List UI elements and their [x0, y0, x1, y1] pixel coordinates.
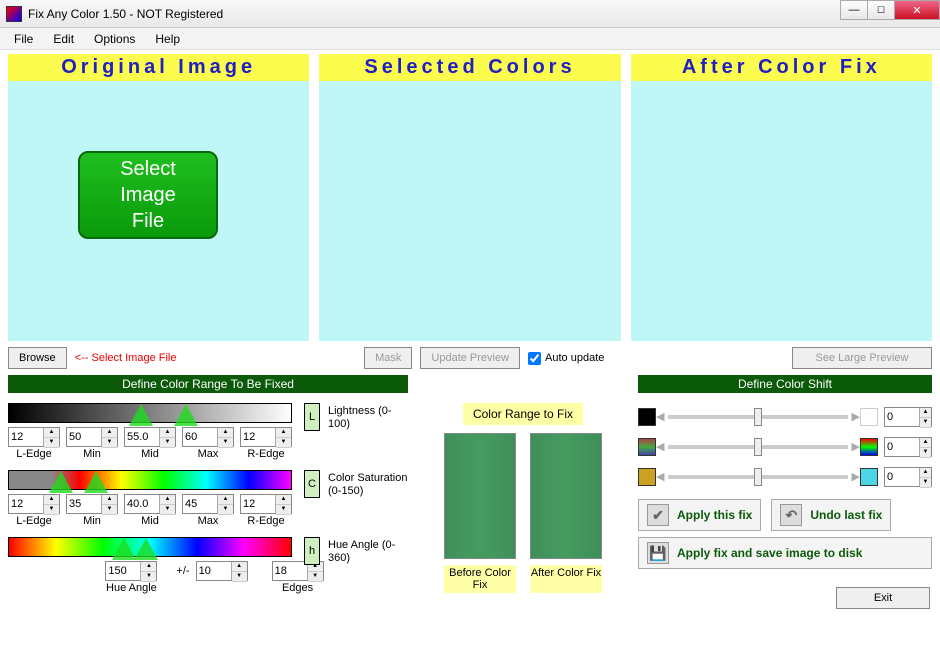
black-swatch-icon	[638, 408, 656, 426]
undo-icon: ↶	[780, 504, 802, 526]
see-large-preview-button[interactable]: See Large Preview	[792, 347, 932, 369]
minimize-button[interactable]: —	[840, 0, 868, 20]
titlebar: Fix Any Color 1.50 - NOT Registered — ☐ …	[0, 0, 940, 28]
panel-original: Original Image Select Image File	[8, 54, 309, 341]
lightness-label: Lightness (0-100)	[328, 405, 408, 431]
hue-chip: h	[304, 537, 320, 565]
undo-fix-button[interactable]: ↶ Undo last fix	[771, 499, 891, 531]
saturation-mid-spinner[interactable]: ▲▼	[124, 494, 176, 514]
lightness-max-spinner[interactable]: ▲▼	[182, 427, 234, 447]
saturation-max-spinner[interactable]: ▲▼	[182, 494, 234, 514]
saturation-redge-spinner[interactable]: ▲▼	[240, 494, 292, 514]
before-swatch	[444, 433, 516, 559]
auto-update-label: Auto update	[545, 352, 604, 364]
white-swatch-icon	[860, 408, 878, 426]
panel-after: After Color Fix	[631, 54, 932, 341]
lightness-chip: L	[304, 403, 320, 431]
shift-lightness-slider[interactable]: ◀▶	[668, 415, 848, 419]
menu-file[interactable]: File	[4, 30, 43, 48]
shift-lightness-row: ◀▶ ▲▼	[638, 407, 932, 427]
shift-lightness-spinner[interactable]: ▲▼	[884, 407, 932, 427]
saturation-label: Color Saturation (0-150)	[328, 472, 408, 498]
mask-button[interactable]: Mask	[364, 347, 412, 369]
shift-hue-spinner[interactable]: ▲▼	[884, 467, 932, 487]
menu-help[interactable]: Help	[145, 30, 190, 48]
browse-button[interactable]: Browse	[8, 347, 67, 369]
lightness-min-spinner[interactable]: ▲▼	[66, 427, 118, 447]
auto-update-input[interactable]	[528, 352, 541, 365]
panel-header-selected: Selected Colors	[319, 54, 620, 81]
menubar: File Edit Options Help	[0, 28, 940, 50]
after-swatch-label: After Color Fix	[530, 565, 602, 593]
hue-block: h Hue Angle (0-360) ▲▼Hue Angle +/- ▲▼ ▲…	[8, 537, 408, 594]
panel-header-after: After Color Fix	[631, 54, 932, 81]
yellow-swatch-icon	[638, 468, 656, 486]
window-title: Fix Any Color 1.50 - NOT Registered	[28, 7, 223, 21]
saturation-block: C Color Saturation (0-150) ▲▼L-Edge ▲▼Mi…	[8, 470, 408, 527]
lightness-redge-spinner[interactable]: ▲▼	[240, 427, 292, 447]
menu-edit[interactable]: Edit	[43, 30, 84, 48]
shift-saturation-spinner[interactable]: ▲▼	[884, 437, 932, 457]
exit-button[interactable]: Exit	[836, 587, 930, 609]
hue-pm-spinner[interactable]: ▲▼	[196, 561, 248, 581]
before-swatch-label: Before Color Fix	[444, 565, 516, 593]
auto-update-checkbox[interactable]: Auto update	[528, 352, 604, 365]
hue-gradient[interactable]	[8, 537, 292, 557]
panel-header-original: Original Image	[8, 54, 309, 81]
shift-section-title: Define Color Shift	[638, 375, 932, 393]
apply-and-save-button[interactable]: 💾 Apply fix and save image to disk	[638, 537, 932, 569]
panel-selected: Selected Colors	[319, 54, 620, 341]
color-range-title: Color Range to Fix	[463, 403, 583, 425]
lightness-block: L Lightness (0-100) ▲▼L-Edge ▲▼Min ▲▼Mid…	[8, 403, 408, 460]
after-swatch	[530, 433, 602, 559]
apply-fix-button[interactable]: ✔ Apply this fix	[638, 499, 761, 531]
check-icon: ✔	[647, 504, 669, 526]
muted-swatch-icon	[638, 438, 656, 456]
hue-label: Hue Angle (0-360)	[328, 539, 408, 565]
save-icon: 💾	[647, 542, 669, 564]
lightness-ledge-spinner[interactable]: ▲▼	[8, 427, 60, 447]
vivid-swatch-icon	[860, 438, 878, 456]
shift-hue-slider[interactable]: ◀▶	[668, 475, 848, 479]
lightness-mid-spinner[interactable]: ▲▼	[124, 427, 176, 447]
maximize-button[interactable]: ☐	[867, 0, 895, 20]
saturation-min-spinner[interactable]: ▲▼	[66, 494, 118, 514]
hue-angle-spinner[interactable]: ▲▼	[105, 561, 157, 581]
shift-hue-row: ◀▶ ▲▼	[638, 467, 932, 487]
saturation-chip: C	[304, 470, 320, 498]
cyan-swatch-icon	[860, 468, 878, 486]
app-icon	[6, 6, 22, 22]
close-button[interactable]: ✕	[894, 0, 940, 20]
saturation-ledge-spinner[interactable]: ▲▼	[8, 494, 60, 514]
shift-saturation-row: ◀▶ ▲▼	[638, 437, 932, 457]
range-section-title: Define Color Range To Be Fixed	[8, 375, 408, 393]
saturation-gradient[interactable]	[8, 470, 292, 490]
select-image-file-button[interactable]: Select Image File	[78, 151, 218, 239]
update-preview-button[interactable]: Update Preview	[420, 347, 520, 369]
shift-saturation-slider[interactable]: ◀▶	[668, 445, 848, 449]
lightness-gradient[interactable]	[8, 403, 292, 423]
menu-options[interactable]: Options	[84, 30, 145, 48]
select-file-hint: <-- Select Image File	[75, 352, 177, 364]
